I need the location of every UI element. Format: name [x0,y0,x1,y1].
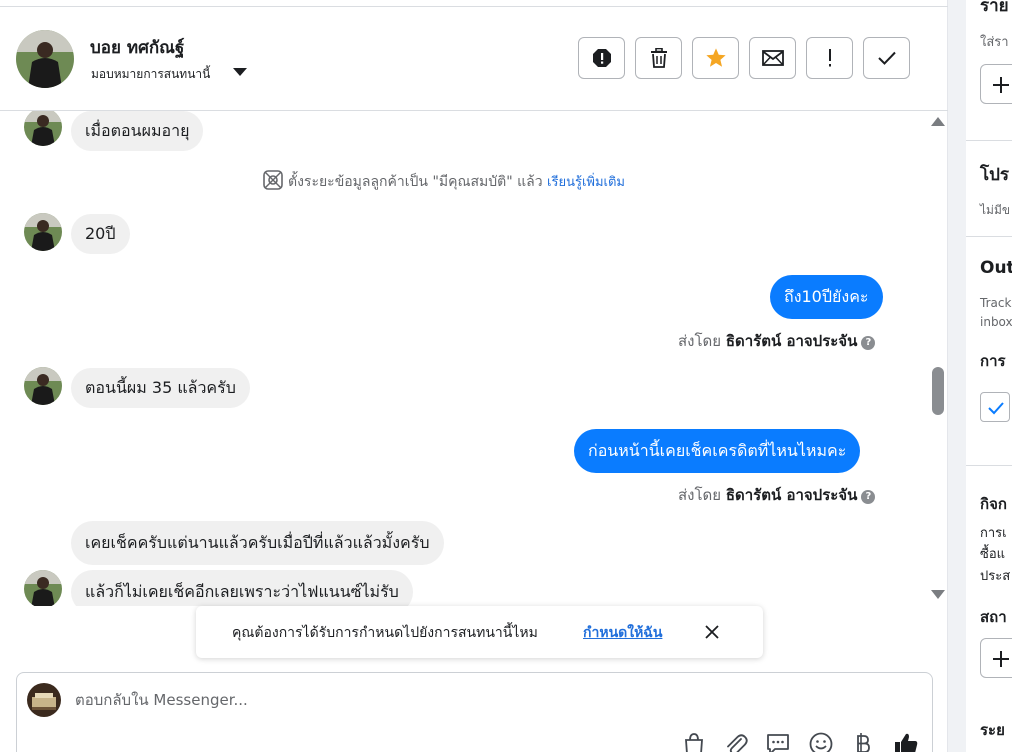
assign-dropdown-label[interactable]: มอบหมายการสนทนานี้ [91,65,210,84]
add-button[interactable] [980,64,1012,104]
sent-by-label: ส่งโดย ธิดารัตน์ อาจประจัน? [678,483,876,507]
trash-icon [650,48,667,68]
section-subheading: ระย [980,721,1005,739]
divider [966,236,1012,237]
section-body: ประส [980,569,1011,584]
section-heading: กิจก [980,495,1007,513]
sent-by-name: ธิดารัตน์ อาจประจัน [725,486,858,504]
spam-button[interactable] [578,37,625,79]
mark-unread-button[interactable] [749,37,796,79]
star-button[interactable] [692,37,739,79]
message-outgoing[interactable]: ถึง10ปียังคะ [770,275,883,319]
system-message-text: ตั้งระยะข้อมูลลูกค้าเป็น "มีคุณสมบัติ" แ… [288,174,543,190]
paperclip-icon[interactable] [723,731,749,752]
chevron-down-icon[interactable] [233,68,247,76]
contact-avatar[interactable] [16,30,74,88]
contact-details-panel: ราย ใส่รา โปร ไม่มีข Out Track inbox การ… [966,0,1012,752]
plus-icon [993,651,1009,667]
baht-icon[interactable] [850,731,876,752]
alert-octagon-icon [592,49,611,67]
sent-by-prefix: ส่งโดย [678,332,722,350]
divider [966,140,1012,141]
bag-icon[interactable] [681,731,707,752]
message-list[interactable]: เมื่อตอนผมอายุ ตั้งระยะข้อมูลลูกค้าเป็น … [0,111,948,606]
conversation-header: บอย ทศกัณฐ์ มอบหมายการสนทนานี้ [0,7,948,111]
section-hint: ไม่มีข [980,203,1011,217]
assign-prompt: คุณต้องการได้รับการกำหนดไปยังการสนทนานี้… [196,606,763,658]
section-hint: Track [980,296,1012,310]
section-body: ซื้อแ [980,547,1006,562]
section-subheading: การ [980,352,1006,370]
page-avatar [27,683,61,717]
message-incoming[interactable]: แล้วก็ไม่เคยเช็คอีกเลยเพราะว่าไฟแนนซ์ไม่… [71,570,413,606]
message-incoming[interactable]: เมื่อตอนผมอายุ [71,111,204,151]
checkbox[interactable] [980,392,1010,422]
check-icon [988,402,1004,415]
system-message: ตั้งระยะข้อมูลลูกค้าเป็น "มีคุณสมบัติ" แ… [288,171,625,193]
reply-input[interactable] [75,691,675,709]
envelope-icon [761,50,784,66]
check-icon [877,51,896,65]
message-incoming[interactable]: 20ปี [71,214,130,254]
contact-avatar-small [24,111,62,146]
message-incoming[interactable]: เคยเช็คครับแต่นานแล้วครับเมื่อปีที่แล้วแ… [71,521,444,565]
thumbs-up-icon[interactable] [893,731,919,752]
section-body: การเ [980,526,1007,541]
follow-up-button[interactable] [806,37,853,79]
section-subheading: สถา [980,608,1007,626]
section-heading: Out [980,258,1012,278]
mark-done-button[interactable] [863,37,910,79]
delete-button[interactable] [635,37,682,79]
section-hint: inbox [980,315,1012,329]
contact-avatar-small [24,213,62,251]
assign-to-me-link[interactable]: กำหนดให้ฉัน [583,622,662,644]
section-heading: โปร [980,165,1010,185]
sent-by-prefix: ส่งโดย [678,486,722,504]
sent-by-label: ส่งโดย ธิดารัตน์ อาจประจัน? [678,329,876,353]
scroll-down-arrow[interactable] [931,590,945,599]
add-button[interactable] [980,638,1012,678]
exclamation-icon [828,49,831,67]
app-root: บอย ทศกัณฐ์ มอบหมายการสนทนานี้ เมื่อตอนผ… [0,0,1012,752]
reply-composer [16,672,933,752]
assign-prompt-text: คุณต้องการได้รับการกำหนดไปยังการสนทนานี้… [232,625,538,641]
contact-name: บอย ทศกัณฐ์ [90,38,185,58]
help-icon[interactable]: ? [861,336,876,350]
scroll-up-arrow[interactable] [931,117,945,126]
scrollbar-thumb[interactable] [932,367,944,415]
section-heading: ราย [980,0,1009,16]
plus-icon [993,77,1009,93]
sent-by-name: ธิดารัตน์ อาจประจัน [725,332,858,350]
conversation-panel: บอย ทศกัณฐ์ มอบหมายการสนทนานี้ เมื่อตอนผ… [0,0,948,752]
contact-avatar-small [24,570,62,606]
chat-icon[interactable] [765,731,791,752]
learn-more-link[interactable]: เรียนรู้เพิ่มเติม [547,175,625,190]
help-icon[interactable]: ? [861,490,876,504]
contact-avatar-small [24,367,62,405]
divider [966,465,1012,466]
message-outgoing[interactable]: ก่อนหน้านี้เคยเช็คเครดิตที่ไหนไหมคะ [574,429,861,473]
star-icon [705,48,726,67]
target-icon [263,170,283,190]
close-icon[interactable] [702,622,722,642]
section-hint: ใส่รา [980,35,1009,50]
emoji-icon[interactable] [808,731,834,752]
message-incoming[interactable]: ตอนนี้ผม 35 แล้วครับ [71,368,250,408]
